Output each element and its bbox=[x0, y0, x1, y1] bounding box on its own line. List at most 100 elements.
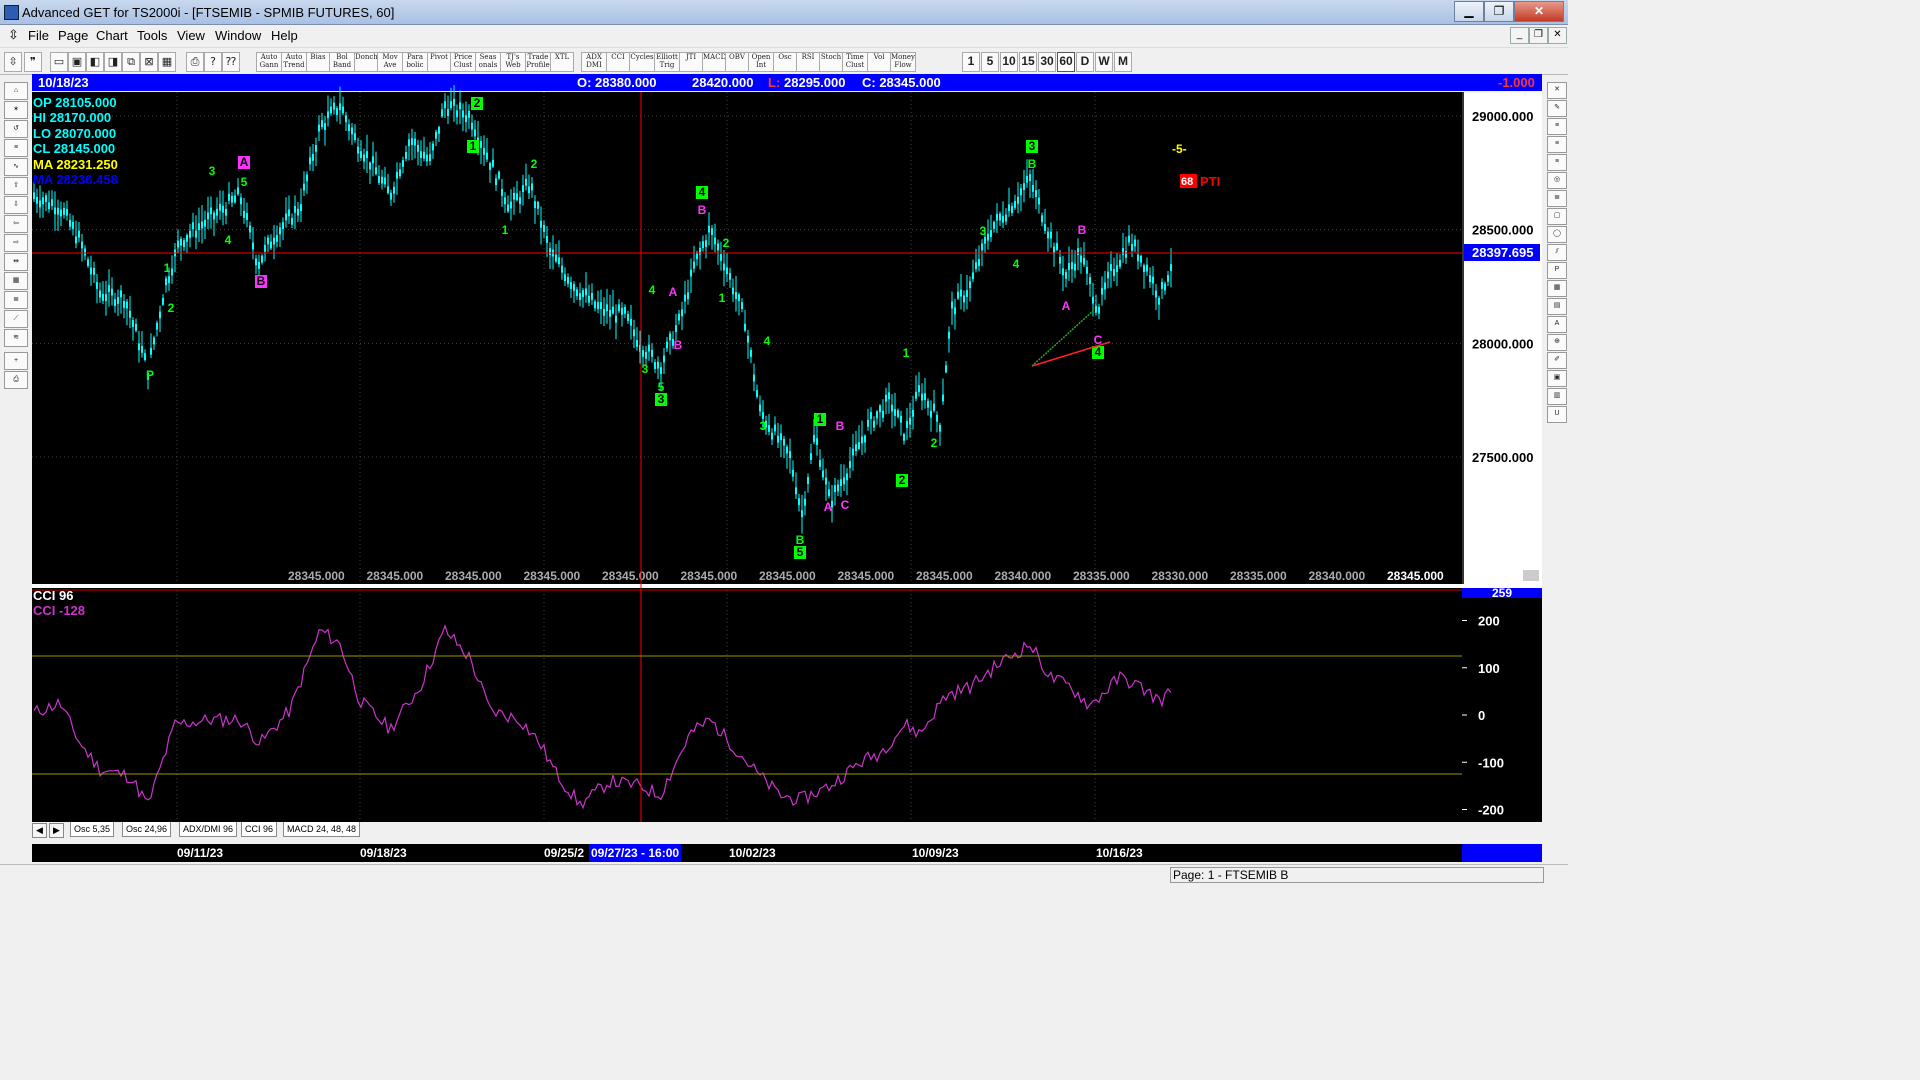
price-bar-body bbox=[669, 333, 671, 341]
wave-label: 1 bbox=[164, 261, 171, 275]
price-bar-body bbox=[153, 337, 155, 345]
wave-label: 2 bbox=[723, 236, 730, 250]
price-bar-body bbox=[783, 438, 785, 446]
tab-scroll-left-icon[interactable]: ◀ bbox=[32, 823, 47, 838]
price-bar-body bbox=[249, 225, 251, 233]
price-bar-body bbox=[222, 205, 224, 213]
price-bar-body bbox=[420, 151, 422, 158]
bar-close-label: 28345.000 bbox=[288, 569, 345, 583]
price-bar-body bbox=[1032, 185, 1034, 192]
price-bar-body bbox=[150, 347, 152, 355]
price-bar-body bbox=[798, 498, 800, 506]
price-bar-body bbox=[975, 262, 977, 270]
bar-close-label: 28340.000 bbox=[995, 569, 1052, 583]
price-bar-body bbox=[819, 460, 821, 467]
price-tick-label: 27500.000 bbox=[1472, 450, 1533, 465]
price-bar-body bbox=[378, 175, 380, 183]
price-bar-body bbox=[201, 221, 203, 229]
status-bar: Page: 1 - FTSEMIB B bbox=[0, 864, 1568, 883]
price-bar-body bbox=[792, 469, 794, 477]
price-bar-body bbox=[480, 141, 482, 148]
price-bar-body bbox=[1050, 231, 1052, 239]
price-bar-body bbox=[756, 390, 758, 397]
wave-label: 4 bbox=[649, 283, 656, 297]
wave-label: A bbox=[669, 285, 678, 299]
price-bar-body bbox=[195, 230, 197, 238]
wave-label: 4 bbox=[764, 334, 771, 348]
price-bar-body bbox=[558, 257, 560, 265]
price-bar-body bbox=[459, 102, 461, 110]
price-bar-body bbox=[876, 411, 878, 419]
price-bar-body bbox=[834, 485, 836, 492]
price-bar-body bbox=[294, 205, 296, 213]
price-bar-body bbox=[600, 302, 602, 309]
price-bar-body bbox=[735, 292, 737, 299]
bar-close-label: 28345.000 bbox=[838, 569, 895, 583]
price-bar-body bbox=[228, 193, 230, 201]
price-bar-body bbox=[561, 265, 563, 273]
indicator-tab[interactable]: Osc 5,35 bbox=[70, 822, 115, 837]
wave-label: 2 bbox=[531, 157, 538, 171]
indicator-tab[interactable]: MACD 24, 48, 48 bbox=[283, 822, 361, 837]
price-bar-body bbox=[813, 435, 815, 442]
price-bar-body bbox=[342, 106, 344, 114]
price-bar-body bbox=[216, 208, 218, 216]
price-bar-body bbox=[528, 186, 530, 194]
price-bar-body bbox=[213, 212, 215, 220]
price-bar-body bbox=[171, 268, 173, 276]
price-bar-body bbox=[1074, 263, 1076, 271]
price-bar-body bbox=[90, 267, 92, 275]
price-bar-body bbox=[1092, 296, 1094, 304]
readout-ma-fast: MA 28231.250 bbox=[33, 157, 118, 172]
price-bar-body bbox=[231, 195, 233, 203]
indicator-tab[interactable]: ADX/DMI 96 bbox=[179, 822, 238, 837]
price-bar-body bbox=[1071, 262, 1073, 270]
price-bar-body bbox=[189, 230, 191, 238]
wave-label: 2 bbox=[931, 436, 938, 450]
price-bar-body bbox=[375, 167, 377, 175]
price-bar-body bbox=[177, 240, 179, 248]
price-bar-body bbox=[417, 144, 419, 152]
price-bar-body bbox=[57, 207, 59, 215]
tab-scroll-right-icon[interactable]: ▶ bbox=[49, 823, 64, 838]
wave-label: 3 bbox=[209, 164, 216, 178]
readout-close: CL 28145.000 bbox=[33, 141, 115, 156]
price-bar-body bbox=[387, 186, 389, 194]
price-bar-body bbox=[447, 109, 449, 116]
chart-canvas[interactable]: 29000.000 28500.000 28000.000 27500.000 200 1… bbox=[0, 0, 1568, 882]
price-bar-body bbox=[1170, 264, 1172, 271]
price-bar-body bbox=[42, 197, 44, 205]
price-bar-body bbox=[939, 424, 941, 432]
price-bar-body bbox=[1077, 248, 1079, 255]
price-bar-body bbox=[357, 146, 359, 154]
chart-scroll-icon[interactable] bbox=[1523, 570, 1539, 581]
price-bar-body bbox=[702, 241, 704, 249]
price-bar-body bbox=[438, 126, 440, 134]
price-bar-body bbox=[288, 209, 290, 217]
price-bar-body bbox=[324, 123, 326, 130]
price-bar-body bbox=[414, 138, 416, 146]
price-bar-body bbox=[708, 225, 710, 233]
indicator-tabs: ◀ ▶ Osc 5,35 Osc 24,96 ADX/DMI 96 CCI 96 MAC… bbox=[32, 822, 1462, 838]
price-bar-body bbox=[993, 221, 995, 229]
price-bar-body bbox=[1005, 214, 1007, 222]
price-bar-body bbox=[1158, 297, 1160, 305]
wave5-projection-label: -5- bbox=[1172, 142, 1187, 156]
price-bar-body bbox=[840, 479, 842, 487]
indicator-tab[interactable]: Osc 24,96 bbox=[122, 822, 172, 837]
indicator-tab[interactable]: CCI 96 bbox=[241, 822, 278, 837]
price-bar-body bbox=[918, 385, 920, 392]
price-bar-body bbox=[927, 400, 929, 408]
price-bar-body bbox=[588, 295, 590, 303]
price-bar-body bbox=[462, 110, 464, 118]
wave-label: P bbox=[146, 368, 154, 382]
price-bar-body bbox=[381, 176, 383, 184]
price-bar-body bbox=[747, 335, 749, 343]
wave-label: B bbox=[1028, 157, 1037, 171]
readout-low: LO 28070.000 bbox=[33, 126, 116, 141]
wave-label: C bbox=[841, 498, 850, 512]
price-bar-body bbox=[1152, 276, 1154, 284]
price-bar-body bbox=[570, 282, 572, 289]
cci-value-label: CCI -128 bbox=[33, 603, 85, 618]
price-bar-body bbox=[585, 288, 587, 296]
